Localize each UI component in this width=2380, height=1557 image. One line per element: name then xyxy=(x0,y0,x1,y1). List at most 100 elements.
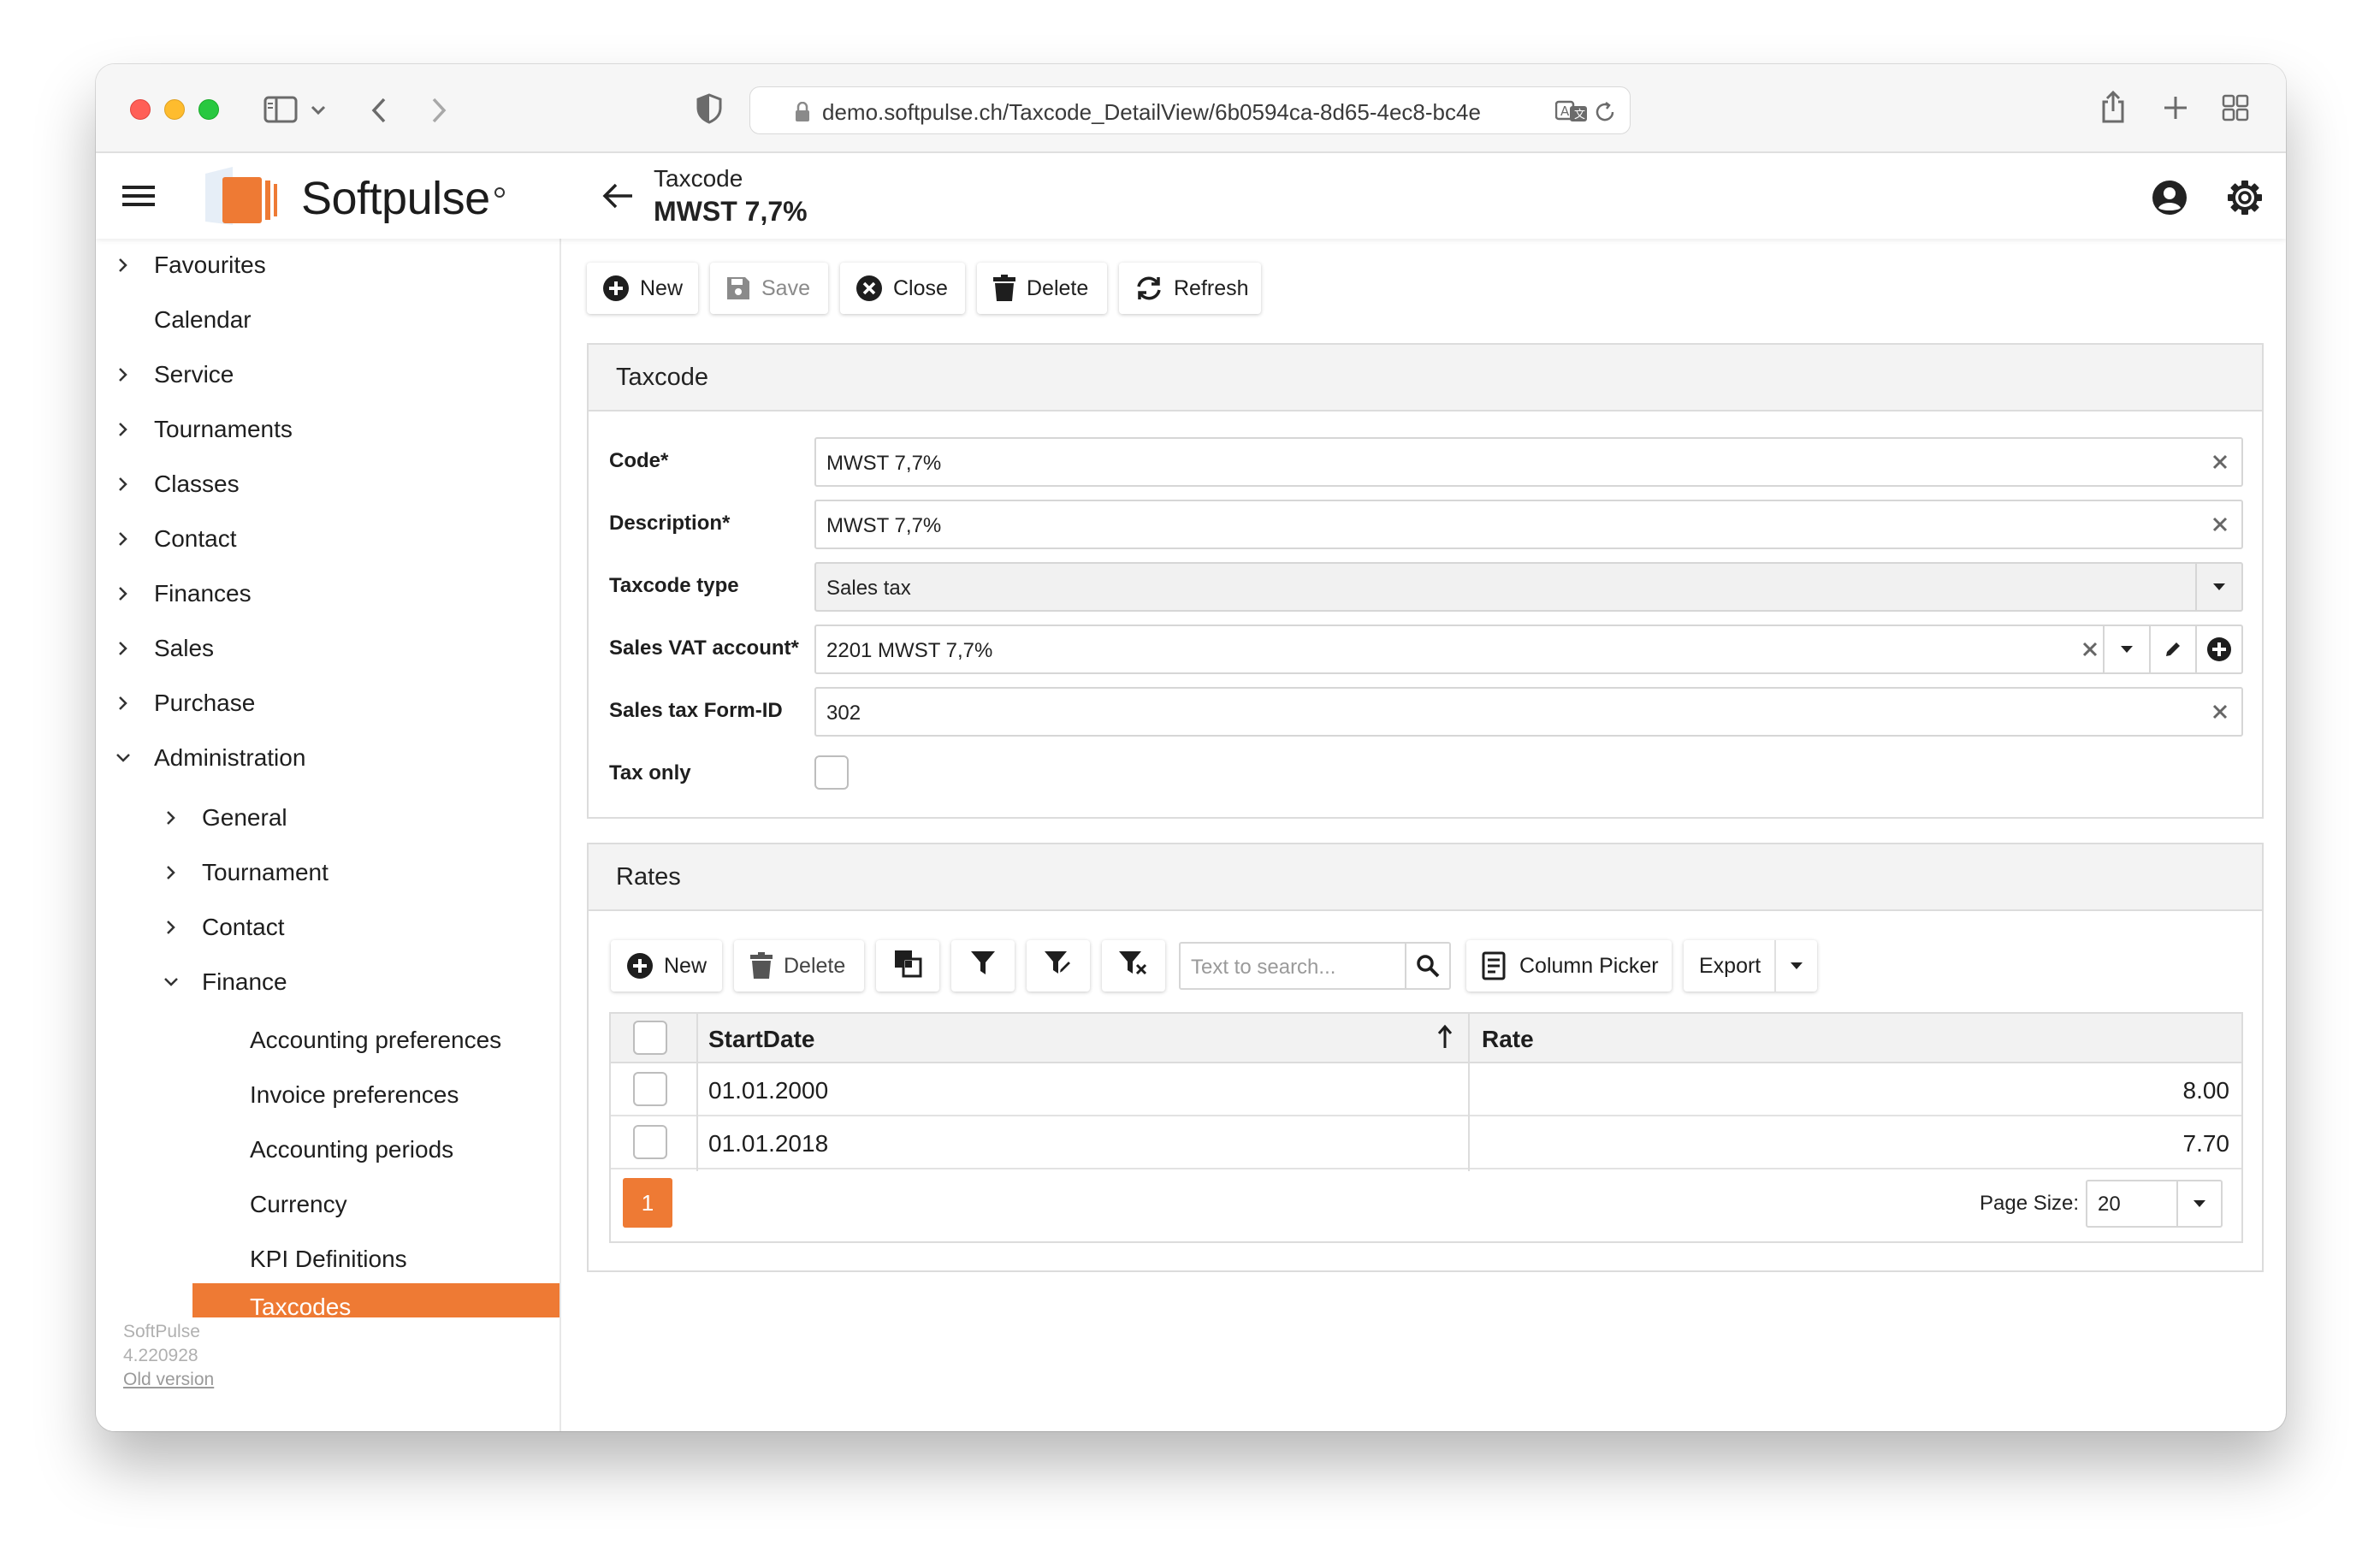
sidebar-toggle-icon[interactable] xyxy=(262,95,299,124)
chevron-down-icon xyxy=(161,972,181,992)
tax-only-checkbox[interactable] xyxy=(814,755,849,790)
save-button[interactable]: Save xyxy=(710,263,828,314)
sales-tax-form-id-value: 302 xyxy=(826,702,861,725)
sidebar-item-tournament[interactable]: Tournament xyxy=(96,846,559,899)
chevron-down-icon[interactable] xyxy=(310,102,327,119)
column-header-startdate[interactable]: StartDate xyxy=(708,1026,814,1053)
sidebar-item-label: Accounting periods xyxy=(250,1136,454,1163)
export-button[interactable]: Export xyxy=(1684,940,1817,992)
column-picker-label: Column Picker xyxy=(1519,953,1659,978)
share-icon[interactable] xyxy=(2098,88,2128,126)
sidebar-item-contact[interactable]: Contact xyxy=(96,512,559,565)
page-button-current[interactable]: 1 xyxy=(623,1178,672,1228)
translate-icon[interactable]: A文 xyxy=(1554,98,1589,125)
sidebar-item-administration[interactable]: Administration xyxy=(96,731,559,784)
sidebar-item-classes[interactable]: Classes xyxy=(96,458,559,511)
delete-button[interactable]: Delete xyxy=(977,263,1107,314)
back-nav-icon[interactable] xyxy=(366,95,392,126)
sidebar-item-service[interactable]: Service xyxy=(96,348,559,401)
sidebar-item-sales[interactable]: Sales xyxy=(96,622,559,675)
sidebar-item-calendar[interactable]: Calendar xyxy=(96,293,559,346)
row-checkbox[interactable] xyxy=(633,1072,667,1106)
sidebar-item-tournaments[interactable]: Tournaments xyxy=(96,403,559,456)
sidebar-item-finance[interactable]: Finance xyxy=(96,956,559,1009)
rates-delete-button[interactable]: Delete xyxy=(734,940,864,992)
page-size-select[interactable]: 20 xyxy=(2086,1180,2223,1228)
sidebar-item-accounting-periods[interactable]: Accounting periods xyxy=(96,1123,559,1176)
chevron-down-icon[interactable] xyxy=(2195,564,2241,610)
svg-text:A: A xyxy=(1560,104,1570,119)
clear-icon[interactable] xyxy=(2209,701,2231,723)
privacy-shield-icon[interactable] xyxy=(695,92,724,126)
sales-vat-account-value: 2201 MWST 7,7% xyxy=(826,639,993,662)
back-arrow-icon[interactable] xyxy=(601,181,635,211)
chevron-right-icon xyxy=(113,474,133,494)
floppy-disk-icon xyxy=(725,275,751,301)
edit-filter-button[interactable] xyxy=(1027,940,1090,992)
sidebar-item-admin-contact[interactable]: Contact xyxy=(96,901,559,954)
sidebar-item-label: Currency xyxy=(250,1191,347,1217)
zoom-window-button[interactable] xyxy=(198,99,219,120)
sidebar-item-kpi-definitions[interactable]: KPI Definitions xyxy=(96,1233,559,1286)
code-field[interactable]: MWST 7,7% xyxy=(814,437,2243,487)
edit-pencil-icon[interactable] xyxy=(2149,626,2195,672)
sidebar-item-purchase[interactable]: Purchase xyxy=(96,677,559,730)
table-row[interactable]: 01.01.2000 8.00 xyxy=(611,1065,2241,1116)
new-tab-icon[interactable] xyxy=(2161,93,2190,122)
rates-new-button[interactable]: New xyxy=(611,940,722,992)
close-button[interactable]: Close xyxy=(840,263,965,314)
hamburger-menu-icon[interactable] xyxy=(121,182,156,210)
softpulse-logo-icon[interactable] xyxy=(198,162,293,232)
new-button[interactable]: New xyxy=(587,263,698,314)
search-icon[interactable] xyxy=(1405,944,1449,988)
filter-button[interactable] xyxy=(951,940,1015,992)
chevron-down-icon[interactable] xyxy=(2176,1181,2221,1226)
tab-overview-icon[interactable] xyxy=(2221,93,2250,122)
clear-icon[interactable] xyxy=(2209,513,2231,536)
add-circle-icon[interactable] xyxy=(2195,626,2241,672)
refresh-button-label: Refresh xyxy=(1174,275,1249,300)
settings-gear-icon[interactable] xyxy=(2226,179,2264,216)
clear-filter-button[interactable] xyxy=(1102,940,1165,992)
column-picker-button[interactable]: Column Picker xyxy=(1466,940,1672,992)
select-all-checkbox[interactable] xyxy=(633,1021,667,1055)
sidebar-item-taxcodes[interactable]: Taxcodes xyxy=(192,1283,559,1317)
refresh-button[interactable]: Refresh xyxy=(1119,263,1261,314)
chevron-down-icon[interactable] xyxy=(1774,940,1817,992)
chevron-right-icon xyxy=(113,419,133,440)
forward-nav-icon[interactable] xyxy=(426,95,452,126)
clear-icon[interactable] xyxy=(2209,451,2231,473)
description-label: Description* xyxy=(609,512,731,535)
address-bar[interactable]: demo.softpulse.ch/Taxcode_DetailView/6b0… xyxy=(749,86,1631,134)
sort-ascending-icon[interactable] xyxy=(1437,1024,1453,1056)
table-row[interactable]: 01.01.2018 7.70 xyxy=(611,1118,2241,1169)
sidebar-item-label: Tournament xyxy=(202,859,329,885)
sidebar-nav: Favourites Calendar Service Tournaments … xyxy=(96,239,561,1431)
taxcode-type-select[interactable]: Sales tax xyxy=(814,562,2243,612)
description-field[interactable]: MWST 7,7% xyxy=(814,500,2243,549)
sales-vat-account-field[interactable]: 2201 MWST 7,7% xyxy=(814,625,2243,674)
search-input[interactable]: Text to search... xyxy=(1179,942,1451,990)
code-value: MWST 7,7% xyxy=(826,452,942,475)
sidebar-item-favourites[interactable]: Favourites xyxy=(96,239,559,292)
user-account-icon[interactable] xyxy=(2151,179,2188,216)
sidebar-item-accounting-preferences[interactable]: Accounting preferences xyxy=(96,1014,559,1067)
sidebar-item-finances[interactable]: Finances xyxy=(96,567,559,620)
export-label: Export xyxy=(1699,953,1761,978)
row-checkbox[interactable] xyxy=(633,1125,667,1159)
minimize-window-button[interactable] xyxy=(164,99,185,120)
chevron-down-icon[interactable] xyxy=(2103,626,2149,672)
column-header-rate[interactable]: Rate xyxy=(1482,1026,1534,1053)
sales-tax-form-id-field[interactable]: 302 xyxy=(814,687,2243,737)
sidebar-item-general[interactable]: General xyxy=(96,791,559,844)
close-window-button[interactable] xyxy=(130,99,151,120)
plus-circle-icon xyxy=(602,275,630,302)
copy-button[interactable] xyxy=(876,940,939,992)
old-version-link[interactable]: Old version xyxy=(123,1370,214,1390)
browser-toolbar: demo.softpulse.ch/Taxcode_DetailView/6b0… xyxy=(96,64,2286,153)
clear-icon[interactable] xyxy=(2079,638,2101,660)
page-size-label: Page Size: xyxy=(1980,1192,2080,1215)
sidebar-item-invoice-preferences[interactable]: Invoice preferences xyxy=(96,1069,559,1122)
reload-icon[interactable] xyxy=(1592,99,1618,125)
sidebar-item-currency[interactable]: Currency xyxy=(96,1178,559,1231)
